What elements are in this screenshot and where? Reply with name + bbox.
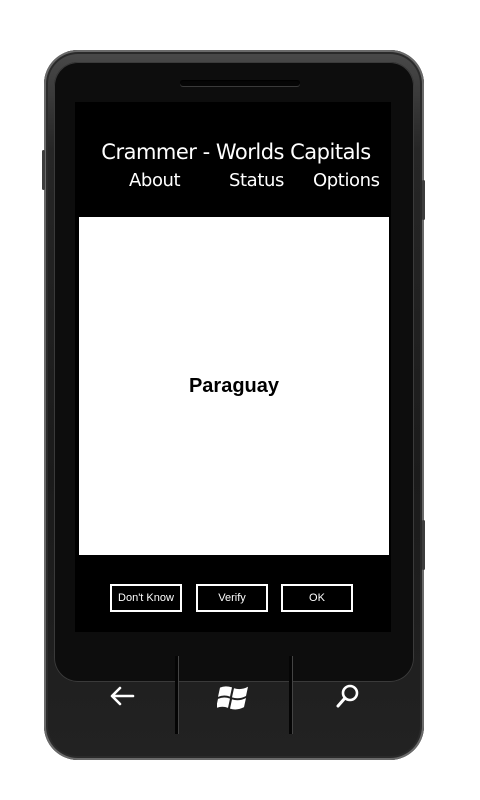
earpiece-speaker: [180, 80, 300, 86]
back-arrow-icon: [110, 686, 135, 706]
hardware-divider: [289, 656, 292, 734]
nav-options[interactable]: Options: [313, 170, 380, 191]
windows-logo-icon: [217, 686, 248, 710]
search-button[interactable]: [318, 676, 378, 716]
volume-button: [42, 150, 45, 190]
hardware-buttons: [44, 652, 424, 760]
start-button[interactable]: [204, 676, 264, 716]
flashcard: Paraguay: [79, 217, 389, 555]
nav-about[interactable]: About: [129, 170, 181, 191]
back-button[interactable]: [92, 676, 152, 716]
phone-screen: Crammer - Worlds Capitals About Status O…: [75, 102, 391, 632]
camera-button: [422, 520, 425, 570]
country-name: Paraguay: [188, 375, 280, 397]
hardware-divider: [175, 656, 178, 734]
nav-status[interactable]: Status: [229, 170, 284, 191]
app-title: Crammer - Worlds Capitals: [101, 140, 371, 164]
dont-know-button[interactable]: Don't Know: [110, 584, 182, 612]
top-nav: About Status Options: [75, 170, 391, 194]
emulator-stage: Crammer - Worlds Capitals About Status O…: [0, 0, 480, 800]
verify-button[interactable]: Verify: [196, 584, 268, 612]
search-icon: [336, 684, 359, 708]
power-button: [422, 180, 425, 220]
ok-button[interactable]: OK: [281, 584, 353, 612]
